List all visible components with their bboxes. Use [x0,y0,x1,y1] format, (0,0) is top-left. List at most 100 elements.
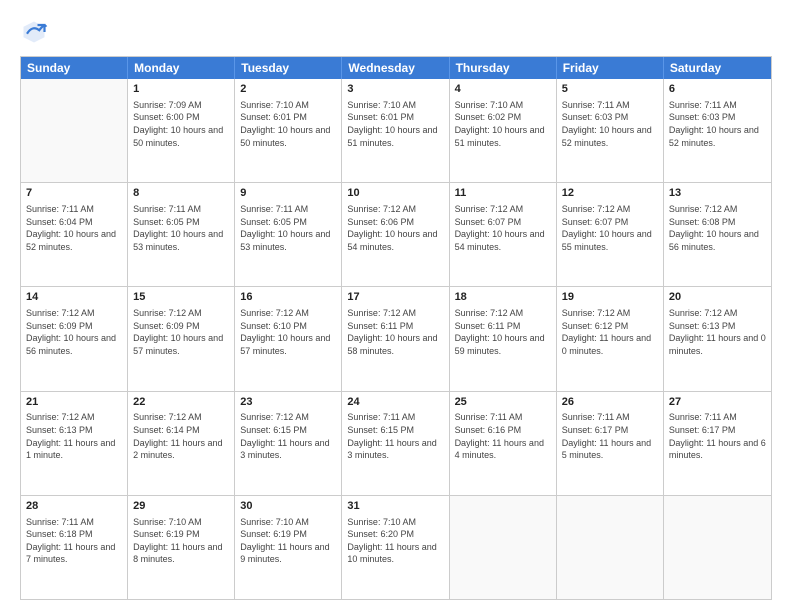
day-number: 3 [347,82,443,97]
day-info: Sunrise: 7:12 AMSunset: 6:12 PMDaylight:… [562,307,658,357]
calendar-day-24: 24Sunrise: 7:11 AMSunset: 6:15 PMDayligh… [342,392,449,495]
calendar-day-29: 29 Sunrise: 7:10 AMSunset: 6:19 PMDayligh… [128,496,235,599]
calendar-day-14: 14Sunrise: 7:12 AMSunset: 6:09 PMDayligh… [21,287,128,390]
day-number: 26 [562,395,658,410]
calendar-week-4: 21Sunrise: 7:12 AMSunset: 6:13 PMDayligh… [21,392,771,496]
page-header [20,18,772,46]
calendar-day-31: 31Sunrise: 7:10 AMSunset: 6:20 PMDayligh… [342,496,449,599]
calendar-day-25: 25Sunrise: 7:11 AMSunset: 6:16 PMDayligh… [450,392,557,495]
header-day-thursday: Thursday [450,57,557,79]
calendar-day-10: 10 Sunrise: 7:12 AMSunset: 6:06 PMDayligh… [342,183,449,286]
calendar-empty-cell [664,496,771,599]
calendar-day-17: 17Sunrise: 7:12 AMSunset: 6:11 PMDayligh… [342,287,449,390]
day-info: Sunrise: 7:10 AMSunset: 6:02 PMDaylight:… [455,99,551,149]
day-number: 17 [347,290,443,305]
calendar-empty-cell [557,496,664,599]
day-info: Sunrise: 7:12 AMSunset: 6:07 PMDaylight:… [455,203,551,253]
header-day-wednesday: Wednesday [342,57,449,79]
calendar-day-3: 3 Sunrise: 7:10 AMSunset: 6:01 PMDaylight… [342,79,449,182]
day-info: Sunrise: 7:10 AMSunset: 6:01 PMDaylight:… [347,99,443,149]
calendar: SundayMondayTuesdayWednesdayThursdayFrid… [20,56,772,600]
calendar-day-30: 30Sunrise: 7:10 AMSunset: 6:19 PMDayligh… [235,496,342,599]
day-number: 23 [240,395,336,410]
day-info: Sunrise: 7:12 AMSunset: 6:06 PMDaylight:… [347,203,443,253]
day-info: Sunrise: 7:11 AMSunset: 6:18 PMDaylight:… [26,516,122,566]
day-number: 24 [347,395,443,410]
day-info: Sunrise: 7:12 AMSunset: 6:09 PMDaylight:… [133,307,229,357]
day-number: 28 [26,499,122,514]
calendar-day-1: 1Sunrise: 7:09 AMSunset: 6:00 PMDaylight… [128,79,235,182]
calendar-header-row: SundayMondayTuesdayWednesdayThursdayFrid… [21,57,771,79]
calendar-day-23: 23Sunrise: 7:12 AMSunset: 6:15 PMDayligh… [235,392,342,495]
calendar-day-6: 6 Sunrise: 7:11 AMSunset: 6:03 PMDaylight… [664,79,771,182]
day-info: Sunrise: 7:11 AMSunset: 6:17 PMDaylight:… [669,411,766,461]
day-number: 11 [455,186,551,201]
header-day-saturday: Saturday [664,57,771,79]
day-number: 6 [669,82,766,97]
calendar-day-4: 4 Sunrise: 7:10 AMSunset: 6:02 PMDaylight… [450,79,557,182]
calendar-day-19: 19Sunrise: 7:12 AMSunset: 6:12 PMDayligh… [557,287,664,390]
calendar-page: SundayMondayTuesdayWednesdayThursdayFrid… [0,0,792,612]
calendar-day-16: 16Sunrise: 7:12 AMSunset: 6:10 PMDayligh… [235,287,342,390]
day-info: Sunrise: 7:11 AMSunset: 6:05 PMDaylight:… [240,203,336,253]
day-info: Sunrise: 7:11 AMSunset: 6:04 PMDaylight:… [26,203,122,253]
day-info: Sunrise: 7:11 AMSunset: 6:05 PMDaylight:… [133,203,229,253]
day-info: Sunrise: 7:10 AMSunset: 6:01 PMDaylight:… [240,99,336,149]
day-number: 22 [133,395,229,410]
day-number: 21 [26,395,122,410]
calendar-day-18: 18 Sunrise: 7:12 AMSunset: 6:11 PMDayligh… [450,287,557,390]
day-info: Sunrise: 7:12 AMSunset: 6:14 PMDaylight:… [133,411,229,461]
day-info: Sunrise: 7:11 AMSunset: 6:03 PMDaylight:… [562,99,658,149]
day-number: 31 [347,499,443,514]
day-number: 4 [455,82,551,97]
day-number: 16 [240,290,336,305]
day-number: 12 [562,186,658,201]
day-info: Sunrise: 7:10 AMSunset: 6:19 PMDaylight:… [240,516,336,566]
calendar-body: 1Sunrise: 7:09 AMSunset: 6:00 PMDaylight… [21,79,771,599]
day-info: Sunrise: 7:12 AMSunset: 6:15 PMDaylight:… [240,411,336,461]
day-info: Sunrise: 7:11 AMSunset: 6:16 PMDaylight:… [455,411,551,461]
calendar-day-13: 13Sunrise: 7:12 AMSunset: 6:08 PMDayligh… [664,183,771,286]
logo-icon [20,18,48,46]
calendar-day-12: 12 Sunrise: 7:12 AMSunset: 6:07 PMDayligh… [557,183,664,286]
day-number: 2 [240,82,336,97]
header-day-friday: Friday [557,57,664,79]
day-info: Sunrise: 7:12 AMSunset: 6:11 PMDaylight:… [455,307,551,357]
day-info: Sunrise: 7:11 AMSunset: 6:03 PMDaylight:… [669,99,766,149]
calendar-day-27: 27Sunrise: 7:11 AMSunset: 6:17 PMDayligh… [664,392,771,495]
day-number: 8 [133,186,229,201]
calendar-day-28: 28 Sunrise: 7:11 AMSunset: 6:18 PMDayligh… [21,496,128,599]
calendar-day-22: 22Sunrise: 7:12 AMSunset: 6:14 PMDayligh… [128,392,235,495]
calendar-day-15: 15 Sunrise: 7:12 AMSunset: 6:09 PMDayligh… [128,287,235,390]
day-number: 20 [669,290,766,305]
calendar-day-21: 21Sunrise: 7:12 AMSunset: 6:13 PMDayligh… [21,392,128,495]
day-info: Sunrise: 7:11 AMSunset: 6:15 PMDaylight:… [347,411,443,461]
day-number: 10 [347,186,443,201]
calendar-week-3: 14 Sunrise: 7:12 AMSunset: 6:09 PMDayligh… [21,287,771,391]
day-number: 18 [455,290,551,305]
calendar-week-1: 1Sunrise: 7:09 AMSunset: 6:00 PMDaylight… [21,79,771,183]
day-number: 5 [562,82,658,97]
calendar-day-11: 11 Sunrise: 7:12 AMSunset: 6:07 PMDayligh… [450,183,557,286]
calendar-empty-cell [21,79,128,182]
calendar-week-5: 28 Sunrise: 7:11 AMSunset: 6:18 PMDayligh… [21,496,771,599]
calendar-day-5: 5 Sunrise: 7:11 AMSunset: 6:03 PMDaylight… [557,79,664,182]
calendar-day-9: 9 Sunrise: 7:11 AMSunset: 6:05 PMDaylight… [235,183,342,286]
day-number: 29 [133,499,229,514]
day-info: Sunrise: 7:12 AMSunset: 6:07 PMDaylight:… [562,203,658,253]
calendar-day-20: 20 Sunrise: 7:12 AMSunset: 6:13 PMDayligh… [664,287,771,390]
calendar-day-7: 7 Sunrise: 7:11 AMSunset: 6:04 PMDaylight… [21,183,128,286]
header-day-tuesday: Tuesday [235,57,342,79]
day-info: Sunrise: 7:10 AMSunset: 6:19 PMDaylight:… [133,516,229,566]
day-number: 7 [26,186,122,201]
day-info: Sunrise: 7:12 AMSunset: 6:13 PMDaylight:… [669,307,766,357]
day-number: 1 [133,82,229,97]
day-info: Sunrise: 7:12 AMSunset: 6:13 PMDaylight:… [26,411,122,461]
calendar-day-2: 2 Sunrise: 7:10 AMSunset: 6:01 PMDaylight… [235,79,342,182]
day-info: Sunrise: 7:11 AMSunset: 6:17 PMDaylight:… [562,411,658,461]
day-number: 9 [240,186,336,201]
day-number: 14 [26,290,122,305]
day-info: Sunrise: 7:12 AMSunset: 6:08 PMDaylight:… [669,203,766,253]
day-number: 15 [133,290,229,305]
calendar-week-2: 7 Sunrise: 7:11 AMSunset: 6:04 PMDaylight… [21,183,771,287]
